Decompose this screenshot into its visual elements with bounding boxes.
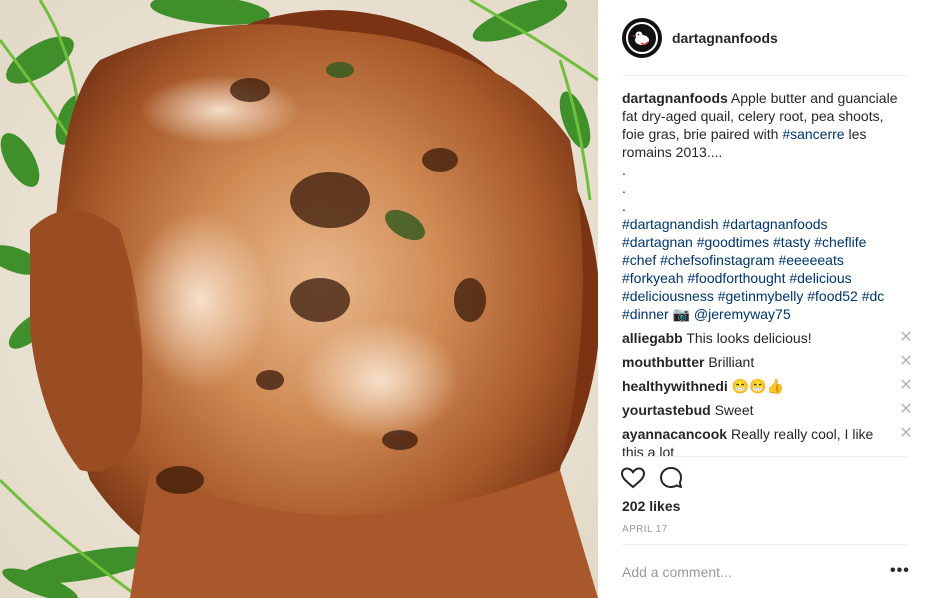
hashtag-link[interactable]: #chefsofinstagram	[660, 252, 774, 268]
close-icon[interactable]: ✕	[897, 353, 915, 371]
close-icon[interactable]: ✕	[897, 329, 915, 347]
comment-item: alliegabb This looks delicious! ✕	[622, 329, 917, 347]
comment-item: mouthbutter Brilliant ✕	[622, 353, 917, 371]
hashtag-link[interactable]: #cheflife	[814, 234, 866, 250]
mention-link[interactable]: @jeremyway75	[694, 306, 791, 322]
hashtag-link[interactable]: #chef	[622, 252, 656, 268]
hashtag-link[interactable]: #dartagnan	[622, 234, 693, 250]
comment-text: This looks delicious!	[686, 330, 812, 346]
comment-username[interactable]: alliegabb	[622, 330, 683, 346]
comment-username[interactable]: mouthbutter	[622, 354, 704, 370]
comment-username[interactable]: healthywithnedi	[622, 378, 728, 394]
hashtag-link[interactable]: #delicious	[789, 270, 851, 286]
hashtag-link[interactable]: #deliciousness	[622, 288, 714, 304]
divider	[622, 456, 909, 457]
duck-logo-icon	[632, 31, 649, 46]
post-date[interactable]: APRIL 17	[622, 524, 668, 535]
caption-username[interactable]: dartagnanfoods	[622, 90, 728, 106]
comment-text: Sweet	[714, 402, 754, 418]
comment-item: yourtastebud Sweet ✕	[622, 401, 917, 419]
close-icon[interactable]: ✕	[897, 377, 915, 395]
add-comment-input[interactable]	[622, 562, 852, 582]
caption-dot: .	[622, 180, 626, 196]
comment-list[interactable]: alliegabb This looks delicious! ✕ mouthb…	[622, 329, 917, 457]
hashtag-link[interactable]: #food52	[807, 288, 858, 304]
header-username[interactable]: dartagnanfoods	[672, 30, 778, 46]
comment-username[interactable]: ayannacancook	[622, 426, 727, 442]
hashtag-link[interactable]: #dartagnanfoods	[722, 216, 827, 232]
camera-emoji: 📷	[672, 306, 691, 322]
divider	[622, 75, 909, 76]
action-bar	[620, 465, 684, 491]
hashtag-link[interactable]: #foodforthought	[687, 270, 785, 286]
heart-icon[interactable]	[620, 465, 646, 491]
comment-text: Brilliant	[708, 354, 755, 370]
caption-dot: .	[622, 162, 626, 178]
post-photo[interactable]	[0, 0, 598, 598]
post-header: dartagnanfoods	[622, 18, 778, 58]
hashtag-link[interactable]: #eeeeeats	[778, 252, 843, 268]
avatar[interactable]	[622, 18, 662, 58]
comment-item: healthywithnedi 😁😁👍 ✕	[622, 377, 917, 395]
hashtag-link[interactable]: #dinner	[622, 306, 669, 322]
more-options-button[interactable]: •••	[890, 562, 910, 580]
hashtag-link[interactable]: #sancerre	[782, 126, 844, 142]
hashtag-link[interactable]: #getinmybelly	[718, 288, 804, 304]
hashtag-link[interactable]: #goodtimes	[697, 234, 769, 250]
like-count[interactable]: 202 likes	[622, 498, 680, 514]
quail-dish-image	[0, 0, 598, 598]
hashtag-link[interactable]: #tasty	[773, 234, 810, 250]
close-icon[interactable]: ✕	[897, 425, 915, 443]
caption-dot: .	[622, 198, 626, 214]
speech-bubble-icon[interactable]	[658, 465, 684, 491]
hashtag-link[interactable]: #dc	[862, 288, 885, 304]
divider	[622, 544, 909, 545]
post-side-panel: dartagnanfoods dartagnanfoods Apple butt…	[598, 0, 931, 598]
hashtag-link[interactable]: #forkyeah	[622, 270, 683, 286]
comment-item: ayannacancook Really really cool, I like…	[622, 425, 917, 457]
comment-username[interactable]: yourtastebud	[622, 402, 711, 418]
hashtag-link[interactable]: #dartagnandish	[622, 216, 719, 232]
post-caption: dartagnanfoods Apple butter and guancial…	[622, 89, 909, 323]
close-icon[interactable]: ✕	[897, 401, 915, 419]
comment-text: 😁😁👍	[731, 378, 784, 394]
